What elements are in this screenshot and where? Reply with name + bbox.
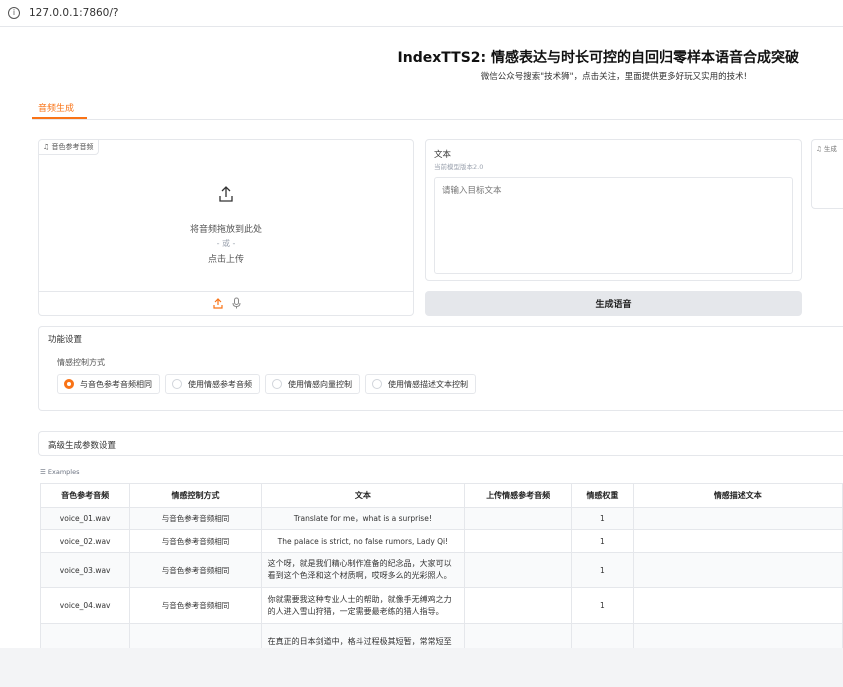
emotion-control-radio-group: 与音色参考音频相同 使用情感参考音频 使用情感向量控制 使用情感描述文本控制 (57, 374, 476, 394)
table-cell: voice_04.wav (39, 587, 131, 624)
table-row[interactable]: voice_04.wav 与音色参考音频相同 你就需要我这种专业人士的帮助，就像… (39, 587, 843, 624)
text-label: 文本 (434, 150, 452, 160)
advanced-settings-accordion[interactable]: 高级生成参数设置 (38, 431, 843, 456)
table-cell: Translate for me，what is a surprise! (260, 507, 466, 530)
table-cell: 1 (571, 552, 634, 588)
table-cell (464, 507, 573, 530)
table-cell: 与音色参考音频相同 (129, 507, 262, 530)
emotion-control-title: 情感控制方式 (57, 358, 105, 367)
radio-emotion-text[interactable]: 使用情感描述文本控制 (365, 374, 476, 394)
table-cell: 1 (571, 529, 634, 553)
reference-audio-panel: ♫ 音色参考音频 将音频拖放到此处 - 或 - 点击上传 (38, 139, 414, 316)
column-header: 上传情感参考音频 (464, 483, 573, 508)
music-note-icon: ♫ (816, 145, 822, 153)
or-text: - 或 - (216, 239, 236, 248)
url-text[interactable]: 127.0.0.1:7860/? (29, 7, 118, 19)
audio-drop-zone[interactable]: 将音频拖放到此处 - 或 - 点击上传 (39, 154, 413, 291)
table-cell (464, 552, 573, 588)
table-cell (632, 552, 843, 588)
upload-source-icon[interactable] (213, 298, 223, 309)
tab-audio-generation[interactable]: 音频生成 (38, 101, 74, 118)
generate-speech-button[interactable]: 生成语音 (425, 291, 802, 316)
column-header: 情感描述文本 (632, 483, 843, 508)
radio-dot[interactable] (372, 379, 382, 389)
table-row[interactable]: voice_01.wav 与音色参考音频相同 Translate for me，… (39, 507, 843, 530)
page: IndexTTS2: 情感表达与时长可控的自回归零样本语音合成突破 微信公众号搜… (0, 27, 843, 687)
table-cell: The palace is strict, no false rumors, L… (260, 529, 466, 553)
audio-source-bar (39, 291, 413, 316)
target-text-input[interactable] (434, 177, 793, 274)
text-panel: 文本 当前模型版本2.0 (425, 139, 802, 281)
table-header-row: 音色参考音频 情感控制方式 文本 上传情感参考音频 情感权重 情感描述文本 (39, 483, 843, 508)
browser-url-bar[interactable]: i 127.0.0.1:7860/? (0, 0, 843, 27)
table-cell: 这个呀，就是我们精心制作准备的纪念品，大家可以看到这个色泽和这个材质啊，哎呀多么… (260, 552, 466, 588)
radio-dot[interactable] (64, 379, 74, 389)
radio-emotion-vector[interactable]: 使用情感向量控制 (265, 374, 360, 394)
reference-audio-label: ♫ 音色参考音频 (39, 140, 99, 155)
function-settings-title: 功能设置 (48, 335, 83, 345)
list-icon: ☰ (40, 468, 46, 476)
column-header: 文本 (260, 483, 466, 508)
app-container: IndexTTS2: 情感表达与时长可控的自回归零样本语音合成突破 微信公众号搜… (2, 31, 843, 687)
radio-dot[interactable] (272, 379, 282, 389)
window-bottom-edge (0, 648, 843, 687)
table-cell: 1 (571, 507, 634, 530)
radio-dot[interactable] (172, 379, 182, 389)
upload-icon (219, 186, 233, 202)
microphone-icon[interactable] (232, 297, 241, 309)
table-row[interactable]: voice_02.wav 与音色参考音频相同 The palace is str… (39, 529, 843, 553)
page-subtitle: 微信公众号搜索"技术狮"，点击关注，里面提供更多好玩又实用的技术! (480, 72, 747, 82)
advanced-settings-title: 高级生成参数设置 (48, 441, 117, 451)
column-header: 情感控制方式 (129, 483, 262, 508)
table-cell: 与音色参考音频相同 (129, 529, 262, 553)
drop-text: 将音频拖放到此处 (189, 225, 262, 235)
output-label: ♫ 生成 (816, 145, 837, 153)
model-version-text: 当前模型版本2.0 (434, 163, 484, 171)
column-header: 音色参考音频 (39, 483, 131, 508)
tab-divider (32, 119, 843, 120)
table-cell: voice_02.wav (39, 529, 131, 553)
table-cell (464, 529, 573, 553)
music-note-icon: ♫ (43, 143, 50, 151)
page-title: IndexTTS2: 情感表达与时长可控的自回归零样本语音合成突破 (397, 50, 799, 66)
table-cell (464, 587, 573, 624)
radio-same-as-reference[interactable]: 与音色参考音频相同 (57, 374, 160, 394)
table-cell (632, 587, 843, 624)
table-cell: 与音色参考音频相同 (129, 587, 262, 624)
examples-label: ☰ Examples (40, 468, 80, 476)
table-cell: voice_03.wav (39, 552, 131, 588)
info-icon[interactable]: i (8, 7, 20, 19)
table-cell: voice_01.wav (39, 507, 131, 530)
output-audio-panel: ♫ 生成 (811, 139, 843, 209)
table-cell (632, 529, 843, 553)
function-settings-panel: 功能设置 情感控制方式 与音色参考音频相同 使用情感参考音频 使用情感向量控制 (38, 326, 843, 411)
table-cell: 你就需要我这种专业人士的帮助，就像手无缚鸡之力的人进入雪山狩猎，一定需要最老练的… (260, 587, 466, 624)
radio-emotion-reference-audio[interactable]: 使用情感参考音频 (165, 374, 260, 394)
table-row[interactable]: voice_03.wav 与音色参考音频相同 这个呀，就是我们精心制作准备的纪念… (39, 552, 843, 588)
table-cell: 与音色参考音频相同 (129, 552, 262, 588)
table-cell: 1 (571, 587, 634, 624)
table-cell (632, 507, 843, 530)
column-header: 情感权重 (571, 483, 634, 508)
click-upload-text[interactable]: 点击上传 (39, 252, 413, 265)
